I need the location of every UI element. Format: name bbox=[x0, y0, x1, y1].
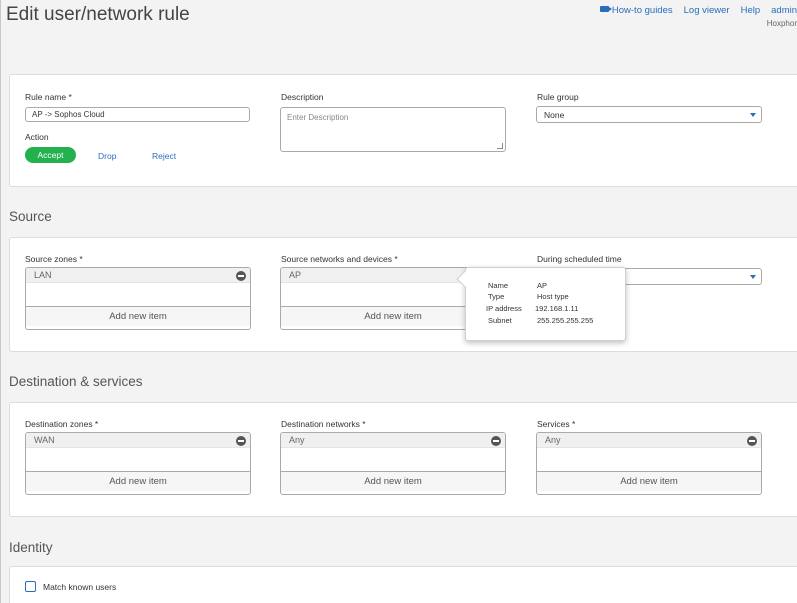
drop-button[interactable]: Drop bbox=[98, 151, 116, 161]
top-links: How-to guides Log viewer Help admin bbox=[599, 5, 797, 16]
how-to-guides-label: How-to guides bbox=[611, 5, 673, 16]
host-details-tooltip: Name AP Type Host type IP address 192.168.1… bbox=[456, 267, 626, 341]
tooltip-row-name: Name AP bbox=[488, 281, 547, 290]
help-link[interactable]: Help bbox=[741, 5, 761, 16]
tooltip-key: IP address bbox=[486, 304, 522, 313]
source-section-title: Source bbox=[9, 209, 52, 224]
destination-zones-label: Destination zones * bbox=[25, 419, 99, 429]
remove-icon[interactable] bbox=[236, 436, 246, 446]
rule-group-label: Rule group bbox=[537, 92, 579, 102]
video-icon bbox=[599, 6, 612, 12]
identity-card bbox=[9, 566, 797, 603]
how-to-guides-link[interactable]: How-to guides bbox=[599, 5, 673, 16]
add-new-item-button[interactable]: Add new item bbox=[537, 471, 761, 491]
list-item: Any bbox=[537, 433, 761, 448]
list-item: Any bbox=[281, 433, 505, 448]
rule-group-select[interactable]: None bbox=[536, 106, 762, 123]
list-item-label: LAN bbox=[34, 270, 52, 280]
chevron-down-icon bbox=[750, 275, 756, 279]
destination-section-title: Destination & services bbox=[9, 374, 143, 389]
log-viewer-link[interactable]: Log viewer bbox=[684, 5, 730, 16]
add-new-item-button[interactable]: Add new item bbox=[281, 471, 505, 491]
tooltip-row-subnet: Subnet 255.255.255.255 bbox=[488, 316, 593, 325]
schedule-label: During scheduled time bbox=[537, 254, 622, 264]
appliance-name: Hoxphor bbox=[766, 19, 797, 28]
chevron-down-icon bbox=[750, 113, 756, 117]
page-title: Edit user/network rule bbox=[6, 4, 190, 25]
tooltip-row-type: Type Host type bbox=[488, 292, 569, 301]
list-item: LAN bbox=[26, 268, 250, 283]
tooltip-key: Subnet bbox=[488, 316, 512, 325]
action-label: Action bbox=[25, 132, 49, 142]
tooltip-value: Host type bbox=[537, 292, 569, 301]
accept-button[interactable]: Accept bbox=[25, 147, 76, 163]
description-placeholder: Enter Description bbox=[287, 113, 349, 122]
source-zones-label: Source zones * bbox=[25, 254, 83, 264]
resize-handle-icon[interactable] bbox=[497, 143, 503, 149]
remove-icon[interactable] bbox=[747, 436, 757, 446]
match-known-users-label: Match known users bbox=[43, 582, 117, 592]
destination-networks-picker: Any Add new item bbox=[280, 432, 506, 495]
left-border bbox=[0, 0, 1, 603]
add-new-item-button[interactable]: Add new item bbox=[26, 306, 250, 326]
match-known-users-checkbox[interactable] bbox=[25, 581, 36, 592]
description-label: Description bbox=[281, 92, 324, 102]
source-networks-label: Source networks and devices * bbox=[281, 254, 398, 264]
list-item-label: WAN bbox=[34, 435, 55, 445]
list-item-label: Any bbox=[545, 435, 561, 445]
reject-button[interactable]: Reject bbox=[152, 151, 176, 161]
rule-name-input[interactable]: AP -> Sophos Cloud bbox=[25, 107, 250, 122]
list-item: WAN bbox=[26, 433, 250, 448]
tooltip-value: 192.168.1.11 bbox=[535, 304, 579, 313]
tooltip-key: Name bbox=[488, 281, 509, 290]
remove-icon[interactable] bbox=[491, 436, 501, 446]
admin-menu[interactable]: admin bbox=[771, 5, 797, 16]
rule-name-label: Rule name * bbox=[25, 92, 72, 102]
rule-group-value: None bbox=[544, 110, 565, 120]
destination-zones-picker: WAN Add new item bbox=[25, 432, 251, 495]
identity-section-title: Identity bbox=[9, 540, 53, 555]
add-new-item-button[interactable]: Add new item bbox=[26, 471, 250, 491]
services-picker: Any Add new item bbox=[536, 432, 762, 495]
remove-icon[interactable] bbox=[236, 271, 246, 281]
description-textarea[interactable]: Enter Description bbox=[280, 107, 506, 152]
tooltip-value: 255.255.255.255 bbox=[537, 316, 594, 325]
tooltip-value: AP bbox=[537, 281, 548, 290]
source-zones-picker: LAN Add new item bbox=[25, 267, 251, 330]
tooltip-key: Type bbox=[488, 292, 505, 301]
list-item-label: Any bbox=[289, 435, 305, 445]
destination-networks-label: Destination networks * bbox=[281, 419, 366, 429]
services-label: Services * bbox=[537, 419, 576, 429]
tooltip-row-ip: IP address 192.168.1.11 bbox=[486, 304, 578, 313]
list-item-label: AP bbox=[289, 270, 302, 280]
